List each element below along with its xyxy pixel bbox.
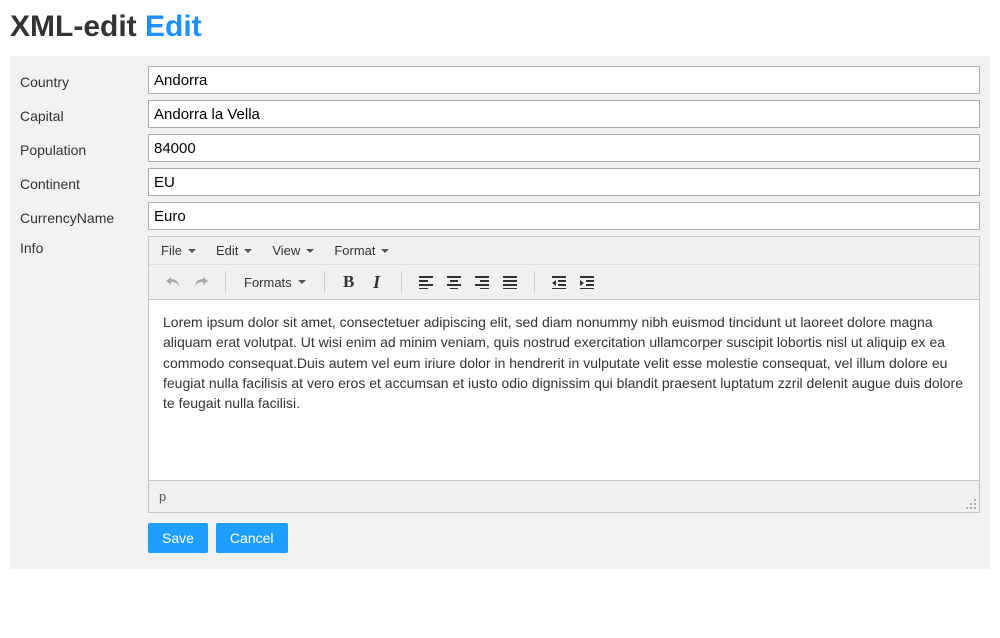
align-justify-button[interactable] (496, 269, 524, 295)
align-center-button[interactable] (440, 269, 468, 295)
caret-icon (244, 249, 252, 253)
redo-icon (193, 275, 209, 289)
align-left-icon (418, 275, 434, 289)
align-left-button[interactable] (412, 269, 440, 295)
bold-button[interactable]: B (335, 269, 363, 295)
indent-button[interactable] (573, 269, 601, 295)
editor-content[interactable]: Lorem ipsum dolor sit amet, consectetuer… (149, 300, 979, 480)
italic-icon: I (373, 272, 380, 293)
caret-icon (381, 249, 389, 253)
label-country: Country (20, 70, 148, 90)
align-justify-icon (502, 275, 518, 289)
editor-resize-handle[interactable] (965, 498, 977, 510)
save-button[interactable]: Save (148, 523, 208, 553)
bold-icon: B (343, 272, 354, 292)
outdent-button[interactable] (545, 269, 573, 295)
input-continent[interactable] (148, 168, 980, 196)
menu-format-label: Format (334, 243, 375, 258)
align-center-icon (446, 275, 462, 289)
page-title-accent: Edit (145, 10, 202, 43)
form-actions: Save Cancel (148, 523, 980, 553)
resize-grip-icon (965, 498, 977, 510)
label-population: Population (20, 138, 148, 158)
caret-icon (298, 280, 306, 284)
toolbar-separator (324, 271, 325, 293)
redo-button[interactable] (187, 269, 215, 295)
label-continent: Continent (20, 172, 148, 192)
indent-icon (579, 275, 595, 289)
label-info: Info (20, 236, 148, 256)
editor-element-path[interactable]: p (159, 489, 166, 504)
input-country[interactable] (148, 66, 980, 94)
toolbar-separator (225, 271, 226, 293)
page-title-main: XML-edit (10, 10, 137, 43)
italic-button[interactable]: I (363, 269, 391, 295)
formats-dropdown[interactable]: Formats (236, 269, 314, 295)
cancel-button[interactable]: Cancel (216, 523, 288, 553)
menu-format[interactable]: Format (334, 243, 389, 258)
menu-file-label: File (161, 243, 182, 258)
caret-icon (188, 249, 196, 253)
edit-form: Country Capital Population Continent Cur… (10, 56, 990, 569)
editor-toolbar: Formats B I (149, 265, 979, 300)
align-right-icon (474, 275, 490, 289)
label-currency: CurrencyName (20, 206, 148, 226)
page-title: XML-edit Edit (10, 10, 990, 44)
input-population[interactable] (148, 134, 980, 162)
input-capital[interactable] (148, 100, 980, 128)
formats-label: Formats (244, 275, 292, 290)
outdent-icon (551, 275, 567, 289)
menu-view-label: View (272, 243, 300, 258)
caret-icon (306, 249, 314, 253)
editor-menubar: File Edit View Format (149, 237, 979, 265)
undo-icon (165, 275, 181, 289)
input-currency[interactable] (148, 202, 980, 230)
rich-text-editor: File Edit View Format (148, 236, 980, 513)
menu-edit-label: Edit (216, 243, 238, 258)
menu-file[interactable]: File (161, 243, 196, 258)
toolbar-separator (401, 271, 402, 293)
align-right-button[interactable] (468, 269, 496, 295)
toolbar-separator (534, 271, 535, 293)
undo-button[interactable] (159, 269, 187, 295)
editor-statusbar: p (149, 480, 979, 512)
menu-edit[interactable]: Edit (216, 243, 252, 258)
label-capital: Capital (20, 104, 148, 124)
menu-view[interactable]: View (272, 243, 314, 258)
